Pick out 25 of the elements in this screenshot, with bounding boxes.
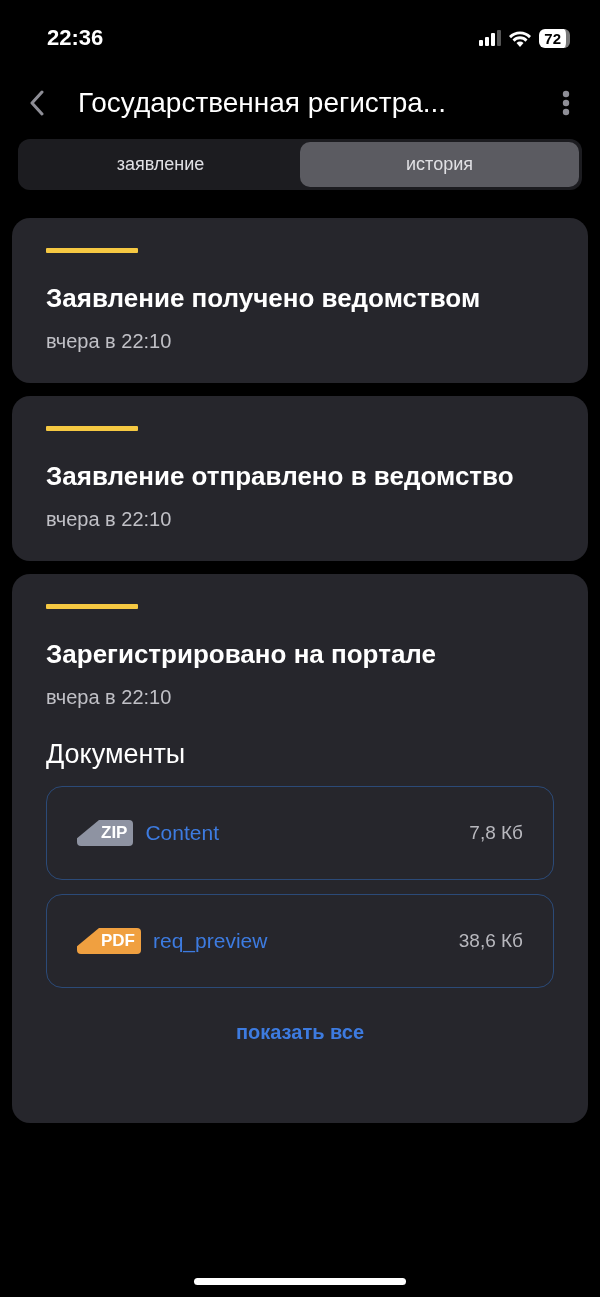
battery-level: 72 bbox=[539, 28, 570, 48]
file-size: 7,8 Кб bbox=[469, 822, 523, 844]
file-name-link[interactable]: Content bbox=[145, 821, 470, 845]
event-time: вчера в 22:10 bbox=[46, 508, 173, 531]
tab[interactable]: история bbox=[300, 142, 579, 187]
event-time: вчера в 22:10 bbox=[46, 330, 173, 353]
event-title: Заявление получено ведомством bbox=[46, 282, 482, 315]
file-row[interactable]: ZIP Content 7,8 Кб bbox=[46, 786, 554, 880]
event-title: Зарегистрировано на портале bbox=[46, 638, 437, 671]
file-name-link[interactable]: req_preview bbox=[153, 929, 459, 953]
wifi-icon bbox=[508, 29, 533, 47]
status-time: 22:36 bbox=[47, 25, 104, 51]
back-button[interactable] bbox=[30, 90, 44, 116]
event-title: Заявление отправлено в ведомство bbox=[46, 460, 515, 493]
tab[interactable]: заявление bbox=[21, 142, 300, 187]
file-row[interactable]: PDF req_preview 38,6 Кб bbox=[46, 894, 554, 988]
event-time: вчера в 22:10 bbox=[46, 686, 173, 709]
screen-title: Государственная регистра... bbox=[78, 87, 448, 119]
documents-heading: Документы bbox=[46, 739, 187, 770]
file-type-badge: PDF bbox=[77, 928, 141, 954]
more-menu-button[interactable] bbox=[562, 90, 570, 116]
file-size: 38,6 Кб bbox=[458, 930, 523, 952]
file-type-badge: ZIP bbox=[77, 820, 134, 846]
show-all-link[interactable]: показать все bbox=[229, 1020, 371, 1045]
signal-icon bbox=[479, 30, 502, 46]
